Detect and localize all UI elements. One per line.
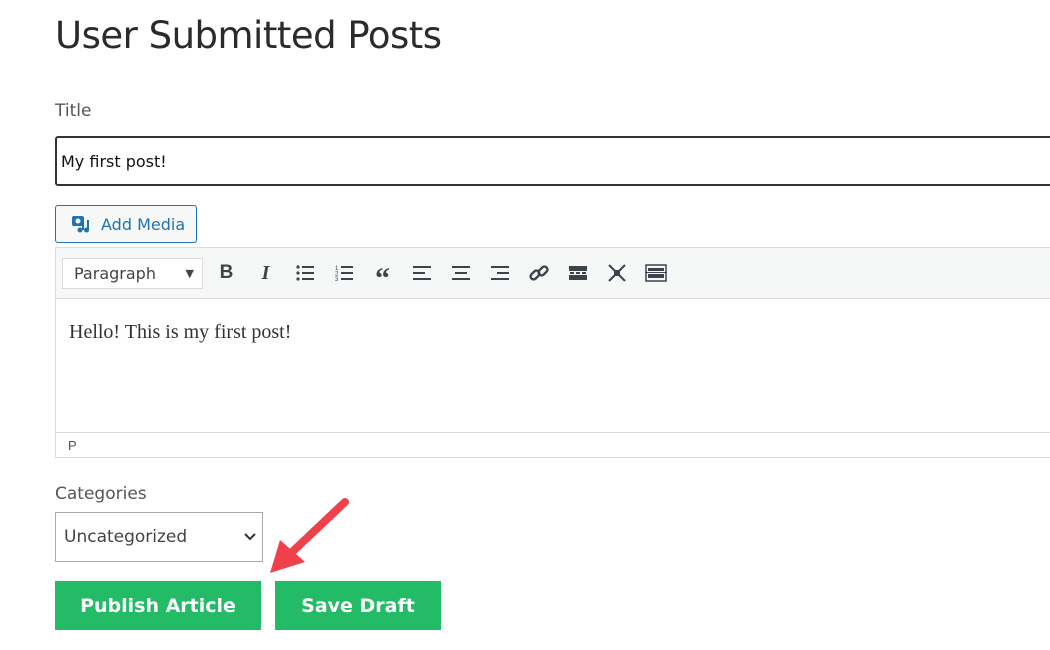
bold-icon[interactable]: B [207, 258, 246, 288]
align-center-icon[interactable] [441, 258, 480, 288]
read-more-icon[interactable] [558, 258, 597, 288]
editor-content[interactable]: Hello! This is my first post! [56, 299, 1050, 432]
format-value: Paragraph [74, 263, 156, 283]
format-select[interactable]: Paragraph ▼ [62, 257, 203, 289]
editor-toolbar: Paragraph ▼ B I 123 “ [56, 248, 1050, 299]
title-value: My first post! [61, 151, 167, 171]
publish-article-button[interactable]: Publish Article [55, 581, 261, 630]
chevron-down-icon [244, 533, 256, 541]
save-draft-button[interactable]: Save Draft [275, 581, 441, 630]
blockquote-icon[interactable]: “ [363, 258, 402, 295]
bulleted-list-icon[interactable] [285, 258, 324, 288]
toolbar-toggle-icon[interactable] [636, 258, 675, 288]
editor-text: Hello! This is my first post! [69, 321, 292, 343]
add-media-label: Add Media [101, 214, 186, 234]
media-icon [72, 216, 90, 233]
title-label: Title [55, 101, 92, 121]
annotation-arrow [270, 498, 349, 573]
align-right-icon[interactable] [480, 258, 519, 288]
fullscreen-icon[interactable] [597, 258, 636, 288]
post-editor: Paragraph ▼ B I 123 “ Hello! This is my f… [55, 247, 1050, 458]
caret-down-icon: ▼ [185, 266, 194, 280]
align-left-icon[interactable] [402, 258, 441, 288]
categories-value: Uncategorized [64, 527, 188, 547]
page-title: User Submitted Posts [55, 14, 442, 57]
path-p: P [68, 437, 77, 453]
categories-label: Categories [55, 484, 147, 504]
categories-select[interactable]: Uncategorized [55, 512, 263, 562]
add-media-button[interactable]: Add Media [55, 205, 197, 243]
editor-status-path[interactable]: P [56, 432, 1050, 457]
svg-text:3: 3 [335, 277, 339, 281]
numbered-list-icon[interactable]: 123 [324, 258, 363, 288]
title-input[interactable]: My first post! [55, 136, 1050, 186]
link-icon[interactable] [519, 258, 558, 288]
italic-icon[interactable]: I [246, 258, 285, 288]
